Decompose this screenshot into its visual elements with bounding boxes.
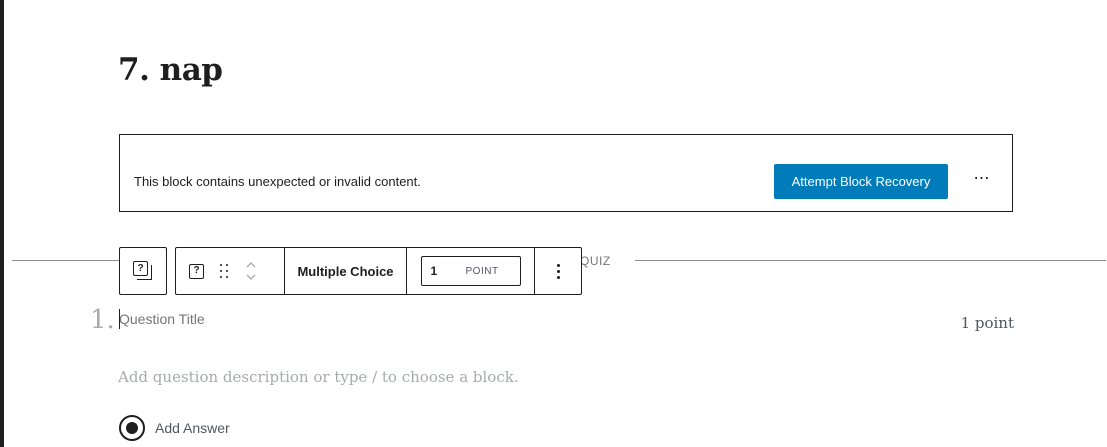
question-description-input[interactable]: Add question description or type / to ch…	[118, 368, 519, 386]
vertical-ellipsis-icon	[556, 263, 560, 279]
question-points-label: 1 point	[960, 314, 1014, 332]
points-unit-label: POINT	[465, 265, 499, 277]
add-answer-input[interactable]: Add Answer	[155, 420, 230, 436]
question-number: 1.	[90, 305, 115, 335]
block-toolbar-controls: ?	[176, 248, 284, 294]
move-up-icon[interactable]	[246, 262, 256, 268]
text-cursor	[119, 309, 120, 329]
question-block-icon[interactable]: ?	[189, 263, 204, 279]
move-down-icon[interactable]	[246, 274, 256, 280]
question-type-selector[interactable]: Multiple Choice	[284, 248, 406, 294]
points-group: 1 POINT	[406, 248, 534, 294]
select-parent-block-button[interactable]: ?	[119, 247, 167, 295]
invalid-block-warning: This block contains unexpected or invali…	[119, 134, 1013, 212]
block-toolbar: ? Multiple Choice 1 POINT	[175, 247, 582, 295]
question-type-label: Multiple Choice	[297, 263, 394, 279]
quiz-separator-line-right	[635, 260, 1106, 261]
ellipsis-icon: ⋯	[973, 170, 991, 187]
points-value: 1	[430, 264, 438, 278]
page-title[interactable]: 7. nap	[118, 46, 223, 94]
block-mover	[246, 262, 256, 280]
quiz-separator-label: QUIZ	[580, 254, 611, 268]
more-options-button[interactable]: ⋯	[968, 165, 996, 197]
invalid-block-message: This block contains unexpected or invali…	[134, 174, 421, 189]
attempt-block-recovery-button[interactable]: Attempt Block Recovery	[774, 164, 948, 199]
radio-icon	[119, 415, 145, 441]
left-edge-border	[0, 0, 4, 447]
points-input[interactable]: 1 POINT	[420, 256, 521, 286]
block-options-button[interactable]	[534, 248, 581, 294]
drag-handle-icon[interactable]	[220, 264, 230, 278]
add-answer-row[interactable]: Add Answer	[119, 415, 230, 441]
quiz-parent-icon: ?	[133, 261, 153, 281]
question-title-input[interactable]: Question Title	[119, 311, 205, 327]
